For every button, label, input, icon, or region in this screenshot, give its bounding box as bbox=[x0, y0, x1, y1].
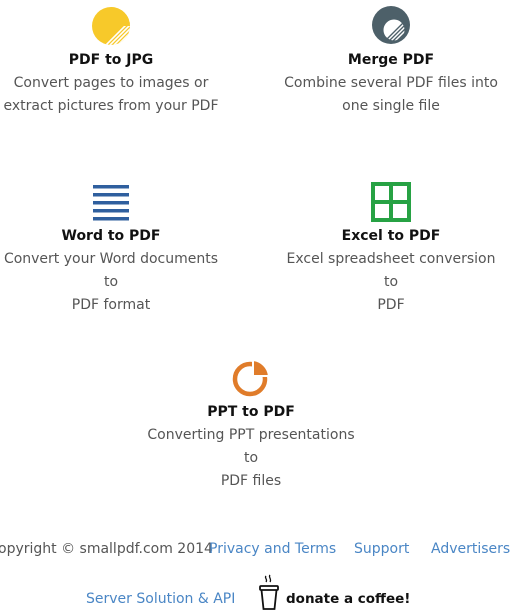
pie-chart-icon bbox=[232, 358, 271, 397]
advertisers-link[interactable]: Advertisers bbox=[431, 540, 510, 558]
tool-description: Excel spreadsheet conversion to PDF bbox=[286, 251, 496, 313]
tool-description: Convert your Word documents to PDF forma… bbox=[3, 251, 219, 313]
tool-title: PPT to PDF bbox=[207, 404, 295, 420]
tool-title: Merge PDF bbox=[347, 52, 435, 68]
sun-icon bbox=[92, 7, 130, 45]
tool-description: Convert pages to images or extract pictu… bbox=[3, 75, 219, 114]
copyright-text: opyright © smallpdf.com 2014 bbox=[0, 541, 213, 557]
page: PDF to JPG Convert pages to images or ex… bbox=[0, 0, 513, 616]
donate-label: donate a coffee! bbox=[286, 591, 411, 607]
server-solution-link[interactable]: Server Solution & API bbox=[86, 590, 235, 608]
tool-excel-to-pdf[interactable]: Excel to PDF Excel spreadsheet conversio… bbox=[280, 182, 502, 317]
tool-ppt-to-pdf[interactable]: PPT to PDF Converting PPT presentations … bbox=[140, 358, 362, 493]
tool-title: PDF to JPG bbox=[68, 52, 154, 68]
footer-secondary: Server Solution & API donate a coffee! bbox=[0, 574, 513, 610]
tool-merge-pdf[interactable]: Merge PDF Combine several PDF files into… bbox=[280, 6, 502, 118]
spreadsheet-grid-icon bbox=[371, 182, 411, 222]
tool-pdf-to-jpg[interactable]: PDF to JPG Convert pages to images or ex… bbox=[0, 6, 222, 118]
tool-title: Word to PDF bbox=[61, 228, 161, 244]
privacy-terms-link[interactable]: Privacy and Terms bbox=[209, 540, 336, 558]
tool-description: Converting PPT presentations to PDF file… bbox=[147, 427, 355, 489]
tool-title: Excel to PDF bbox=[341, 228, 441, 244]
footer-links: opyright © smallpdf.com 2014 Privacy and… bbox=[0, 540, 513, 558]
coffee-cup-icon bbox=[259, 574, 279, 610]
document-lines-icon bbox=[93, 185, 129, 221]
tool-description: Combine several PDF files into one singl… bbox=[284, 75, 498, 114]
merge-icon bbox=[372, 6, 410, 44]
tool-word-to-pdf[interactable]: Word to PDF Convert your Word documents … bbox=[0, 182, 222, 317]
support-link[interactable]: Support bbox=[354, 540, 409, 558]
donate-button[interactable]: donate a coffee! bbox=[257, 574, 411, 612]
